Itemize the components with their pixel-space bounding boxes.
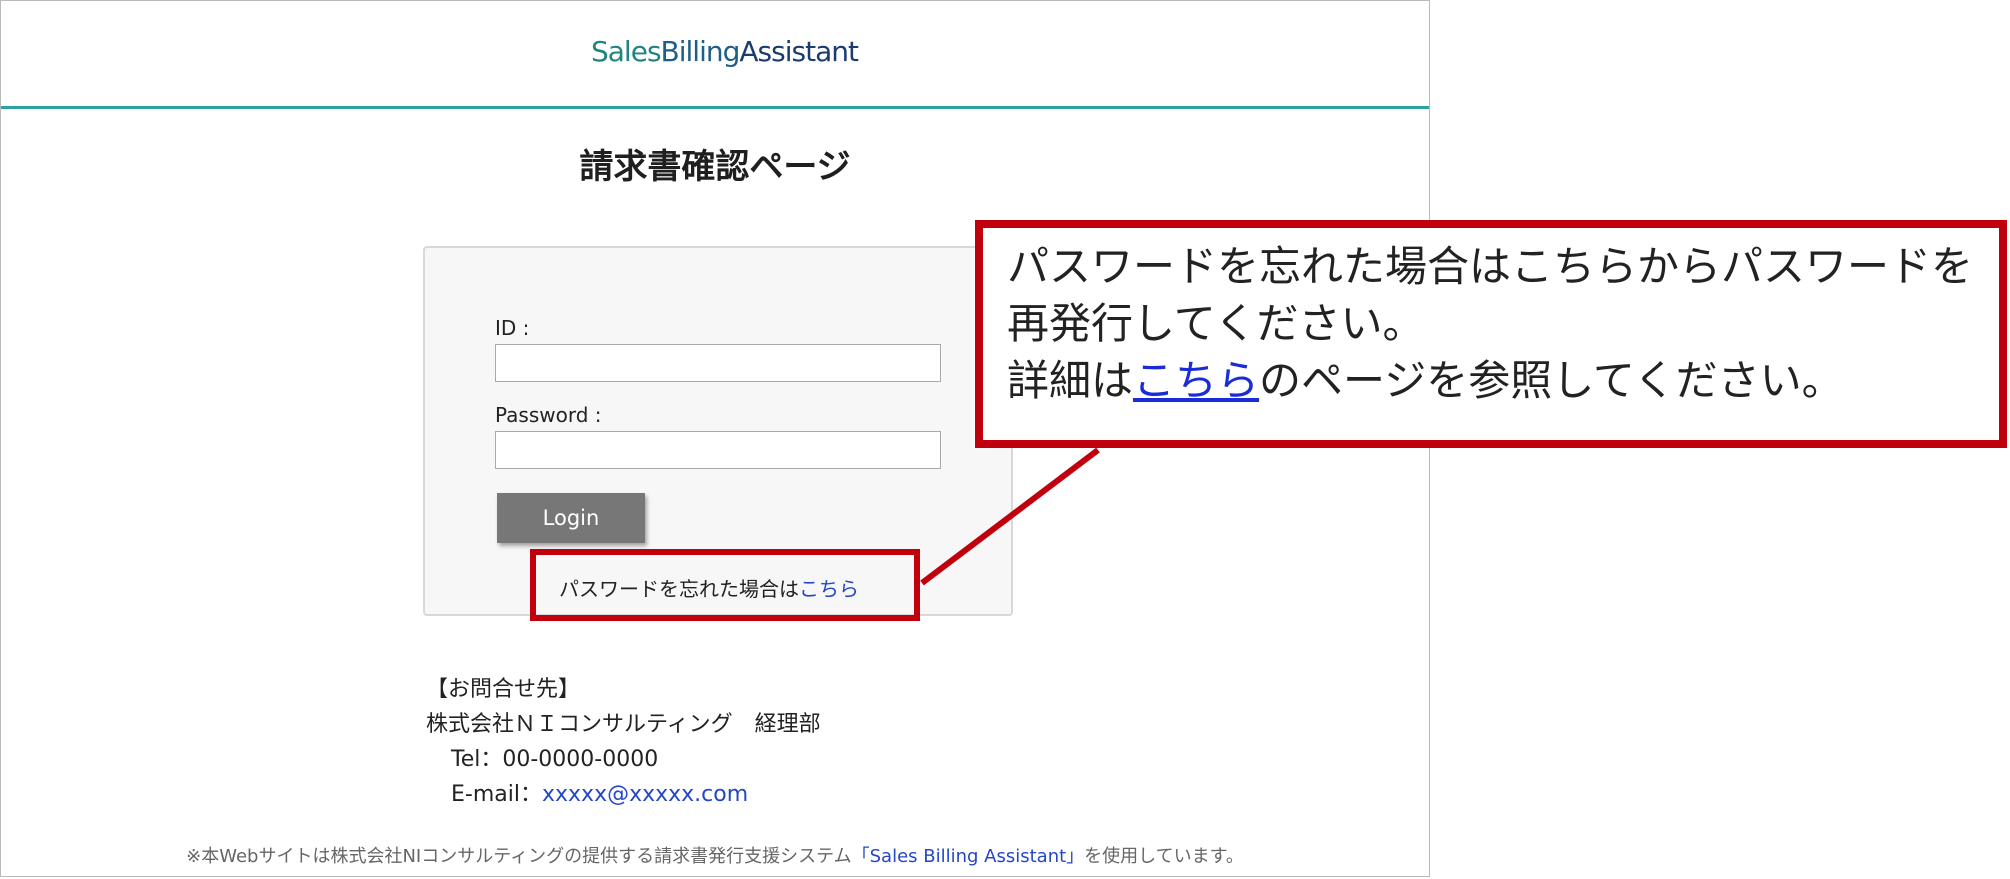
contact-email: E-mail：xxxxx@xxxxx.com (426, 777, 821, 812)
login-button[interactable]: Login (497, 493, 645, 543)
contact-company: 株式会社ＮＩコンサルティング 経理部 (426, 712, 821, 737)
contact-heading: 【お問合せ先】 (426, 677, 581, 702)
annotation-callout: パスワードを忘れた場合はこちらからパスワードを 再発行してください。 詳細はこち… (975, 220, 2007, 448)
password-input[interactable] (495, 431, 941, 469)
callout-line-3-suffix: のページを参照してください。 (1259, 356, 1844, 405)
page-title: 請求書確認ページ (579, 147, 851, 187)
page-header: SalesBillingAssistant (1, 1, 1429, 109)
callout-line-3: 詳細はこちらのページを参照してください。 (1007, 352, 1975, 409)
contact-email-label: E-mail： (451, 782, 542, 807)
footer-product-link[interactable]: 「Sales Billing Assistant」 (852, 846, 1085, 867)
forgot-password-highlight-box (530, 549, 920, 621)
callout-line-3-prefix: 詳細は (1007, 356, 1134, 405)
password-label: Password : (495, 403, 602, 427)
contact-email-link[interactable]: xxxxx@xxxxx.com (542, 782, 748, 807)
sales-billing-assistant-logo: SalesBillingAssistant (591, 35, 859, 68)
footer-note: ※本Webサイトは株式会社NIコンサルティングの提供する請求書発行支援システム「… (1, 842, 1429, 868)
footer-prefix: ※本Webサイトは株式会社NIコンサルティングの提供する請求書発行支援システム (186, 846, 852, 867)
callout-line-2: 再発行してください。 (1007, 299, 1425, 348)
callout-details-link[interactable]: こちら (1133, 356, 1259, 405)
footer-suffix: を使用しています。 (1084, 846, 1244, 867)
contact-tel: Tel：00-0000-0000 (451, 747, 659, 772)
id-label: ID : (495, 316, 530, 340)
id-input[interactable] (495, 344, 941, 382)
contact-info: 【お問合せ先】 株式会社ＮＩコンサルティング 経理部 Tel：00-0000-0… (426, 672, 821, 812)
callout-line-1: パスワードを忘れた場合はこちらからパスワードを (1007, 242, 1974, 291)
